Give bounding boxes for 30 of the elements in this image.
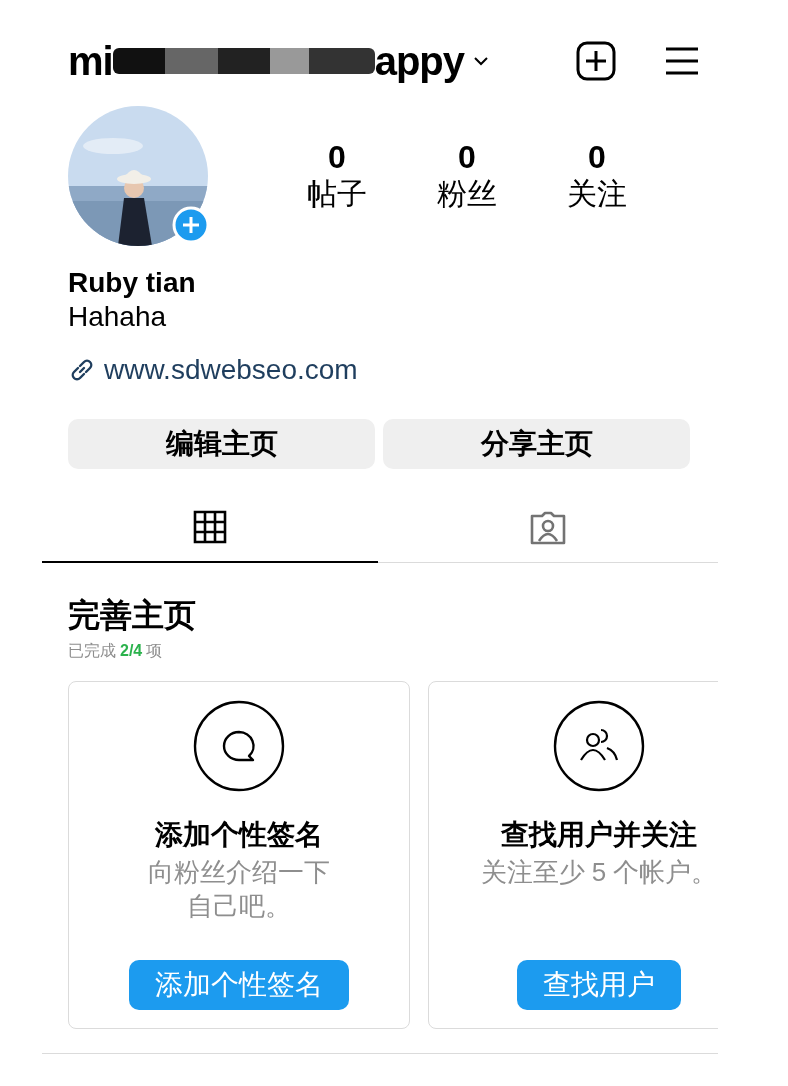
stat-label[interactable]: 关注 — [567, 175, 627, 212]
chevron-down-icon[interactable] — [472, 55, 491, 67]
profile-name: Ruby tian — [68, 268, 197, 299]
username-text: appy — [374, 41, 465, 81]
stat-count: 0 — [588, 140, 606, 176]
progress-count: 2/4 — [120, 641, 143, 662]
menu-icon[interactable] — [664, 46, 700, 76]
add-icon[interactable] — [576, 41, 616, 81]
add-photo-icon[interactable] — [172, 206, 210, 244]
section-title: 完善主页 — [68, 596, 197, 636]
people-icon — [553, 700, 645, 793]
card-title: 添加个性签名 — [155, 818, 323, 853]
edit-profile-button[interactable]: 编辑主页 — [68, 419, 375, 470]
profile-bio: Hahaha — [68, 299, 168, 334]
card-description: 关注至少 5 个帐户。 — [480, 856, 718, 890]
username-text: mi — [68, 41, 113, 81]
stat-label[interactable]: 粉丝 — [437, 175, 497, 212]
tagged-person-icon[interactable] — [529, 509, 567, 546]
grid-icon[interactable] — [193, 510, 227, 545]
share-profile-button[interactable]: 分享主页 — [383, 419, 690, 470]
card-title: 查找用户并关注 — [501, 818, 697, 853]
progress-text: 项 — [146, 641, 163, 662]
chat-bubble-icon — [193, 700, 285, 793]
stat-count: 0 — [328, 140, 346, 176]
card-description: 自己吧。 — [187, 890, 291, 923]
card-description: 向粉丝介绍一下 — [148, 856, 330, 890]
stat-label[interactable]: 帖子 — [307, 175, 367, 212]
website-link[interactable]: www.sdwebseo.com — [104, 349, 358, 392]
stat-count: 0 — [458, 140, 476, 176]
progress-text: 已完成 — [68, 641, 116, 662]
